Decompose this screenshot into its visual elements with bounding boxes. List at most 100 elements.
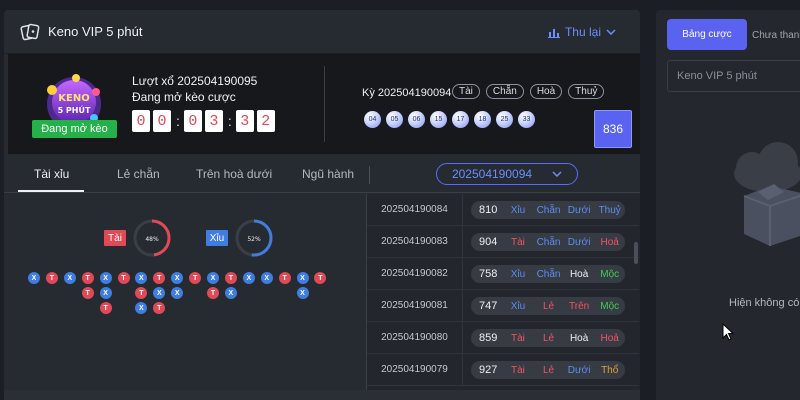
tab-le-chan[interactable]: Lẻ chẵn [117, 167, 160, 181]
road-tai-dot: T [278, 272, 291, 284]
result-label: Tài [511, 332, 525, 344]
active-tab-indicator [18, 190, 84, 192]
road-tai-dot: T [153, 302, 166, 314]
main-panel: Keno VIP 5 phút Thu lại KENO 5 PHÚT Đang… [4, 10, 640, 400]
road-xiu-dot: X [28, 272, 40, 284]
tab-ngu-hanh[interactable]: Ngũ hành [302, 167, 354, 181]
result-label: Chẵn [536, 236, 561, 248]
scrollbar[interactable] [634, 242, 638, 264]
empty-state-text: Hiện không có [729, 297, 800, 309]
last-draw-balls: 04 05 06 15 17 18 25 33 [364, 111, 535, 128]
history-label: Thu lại [564, 25, 601, 39]
chevron-down-icon [552, 171, 562, 177]
result-label: Chẵn [536, 268, 561, 280]
timer-digit: 2 [256, 110, 275, 132]
road-tai-dot: T [81, 287, 94, 299]
tab-bet-board[interactable]: Bảng cược [667, 19, 747, 50]
road-xiu-dot: X [99, 272, 112, 284]
xiu-label: Xỉu [206, 230, 228, 246]
number-ball: 05 [386, 111, 403, 128]
road-xiu-dot: X [224, 287, 237, 299]
timer-digit: 3 [204, 110, 223, 132]
result-label: Hoà [569, 268, 589, 280]
svg-text:52%: 52% [247, 236, 261, 243]
table-row: 202504190080 859 Tài Lẻ Hoà Hoả [367, 322, 639, 354]
bottom-strip [4, 390, 640, 400]
tab-unsettled[interactable]: Chưa thanh [752, 30, 800, 41]
results-table: 202504190084 810 Xỉu Chẵn Dưới Thuỷ 2025041900… [366, 194, 640, 400]
sum-value: 758 [479, 268, 498, 280]
result-label: Mộc [600, 268, 620, 280]
period-select[interactable]: 202504190094 [436, 163, 578, 185]
result-label: Xỉu [510, 204, 526, 216]
result-label: Lẻ [542, 364, 555, 376]
sum-value: 859 [479, 332, 498, 344]
number-ball: 25 [496, 111, 513, 128]
table-row: 202504190081 747 Xỉu Lẻ Trên Mộc [367, 290, 639, 322]
bar-chart-icon [547, 28, 560, 38]
number-ball: 15 [430, 111, 447, 128]
result-label: Lẻ [542, 332, 555, 344]
divider [324, 66, 325, 142]
result-label: Tài [511, 236, 525, 248]
result-tag: Hoà [529, 84, 563, 99]
table-row: 202504190079 927 Tài Lẻ Dưới Thổ [367, 354, 639, 386]
table-row: 202504190083 904 Tài Chẵn Dưới Hoả [367, 226, 639, 258]
road-tai-dot: T [81, 272, 94, 284]
countdown-timer: 0 0 : 0 3 : 3 2 [132, 110, 278, 132]
table-row: 202504190084 810 Xỉu Chẵn Dưới Thuỷ [367, 194, 639, 226]
road-tai-dot: T [224, 272, 237, 284]
result-pill: 747 Xỉu Lẻ Trên Mộc [471, 297, 625, 315]
bet-side-panel: Bảng cược Chưa thanh Keno VIP 5 phút Hiệ… [656, 10, 800, 400]
timer-colon: : [227, 113, 232, 129]
result-tag: Thuỷ [568, 84, 605, 99]
number-ball: 04 [364, 111, 381, 128]
result-tag: Chẵn [485, 84, 524, 99]
svg-text:KENO: KENO [58, 93, 89, 104]
period-cell: 202504190084 [367, 194, 463, 225]
road-xiu-dot: X [296, 287, 309, 299]
period-select-value: 202504190094 [451, 167, 533, 181]
result-label: Dưới [567, 364, 591, 376]
road-tai-dot: T [153, 272, 166, 284]
draw-number: Lượt xổ 202504190095 [132, 74, 258, 88]
game-filter-field[interactable]: Keno VIP 5 phút [667, 60, 800, 92]
tab-tren-hoa-duoi[interactable]: Trên hoà dưới [196, 167, 272, 181]
game-icon [20, 23, 40, 41]
result-pill: 927 Tài Lẻ Dưới Thổ [471, 361, 625, 379]
result-label: Hoả [600, 236, 619, 248]
draw-total: 836 [594, 110, 632, 148]
timer-digit: 3 [235, 110, 254, 132]
chevron-down-icon [606, 29, 616, 35]
sum-value: 810 [479, 204, 498, 216]
timer-digit: 0 [183, 110, 202, 132]
number-ball: 18 [474, 111, 491, 128]
result-label: Thổ [601, 364, 619, 376]
result-label: Xỉu [510, 300, 526, 312]
draw-info: KENO 5 PHÚT Đang mở kèo Lượt xổ 20250419… [8, 54, 640, 154]
result-label: Trên [569, 300, 590, 312]
road-xiu-dot: X [296, 272, 309, 284]
result-pill: 859 Tài Lẻ Hoà Hoả [471, 329, 625, 347]
result-label: Hoà [569, 332, 589, 344]
result-pill: 904 Tài Chẵn Dưới Hoả [471, 233, 625, 251]
last-draw-label: Kỳ 202504190094 [362, 87, 452, 99]
svg-text:48%: 48% [145, 236, 159, 243]
result-label: Thuỷ [598, 204, 621, 216]
open-status-button[interactable]: Đang mở kèo [32, 120, 117, 138]
result-label: Mộc [600, 300, 620, 312]
road-tai-dot: T [117, 272, 130, 284]
stats-tabs: Tài xỉu Lẻ chẵn Trên hoà dưới Ngũ hành 2… [4, 155, 640, 193]
road-xiu-dot: X [242, 272, 255, 284]
result-pill: 758 Xỉu Chẵn Hoà Mộc [471, 265, 625, 283]
table-row: 202504190082 758 Xỉu Chẵn Hoà Mộc [367, 258, 639, 290]
number-ball: 06 [408, 111, 425, 128]
road-xiu-dot: X [135, 272, 148, 284]
number-ball: 33 [518, 111, 535, 128]
period-cell: 202504190079 [367, 354, 463, 385]
sum-value: 747 [479, 300, 498, 312]
tab-tai-xiu[interactable]: Tài xỉu [34, 167, 69, 181]
timer-colon: : [176, 113, 180, 129]
road-tai-dot: T [314, 272, 327, 284]
history-link[interactable]: Thu lại [547, 25, 616, 39]
